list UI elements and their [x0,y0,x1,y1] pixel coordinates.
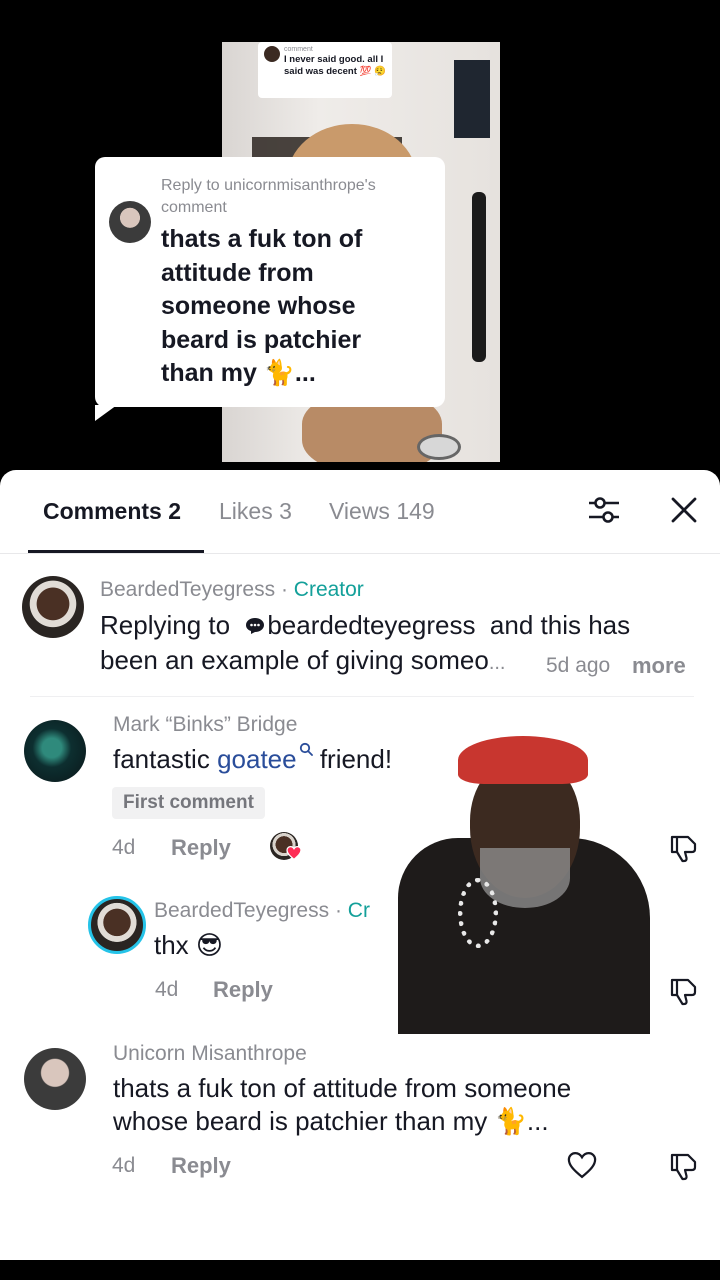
dislike-icon[interactable] [668,1150,700,1182]
video-comment-sticker: comment I never said good. all I said wa… [258,42,392,98]
tab-likes[interactable]: Likes 3 [219,498,292,525]
comment-username[interactable]: Unicorn Misanthrope [113,1042,307,1066]
comment-time: 4d [112,1154,136,1177]
sticker-avatar [264,46,280,62]
comment-time: 5d ago [546,654,611,677]
close-icon[interactable] [666,492,702,528]
avatar[interactable] [88,896,146,954]
comment-bubble-icon [245,609,265,634]
sticker-header: comment [284,46,313,53]
dislike-icon[interactable] [668,832,700,864]
creator-overlay-video[interactable] [398,718,650,1034]
video-can [417,434,461,460]
video-hanging-item [472,192,486,362]
comment-username[interactable]: Mark “Binks” Bridge [113,713,297,737]
card-tail [95,405,117,421]
avatar[interactable] [22,576,84,638]
comment-username[interactable]: BeardedTeyegress · Creator [100,578,364,602]
filter-icon[interactable] [586,492,622,528]
sticker-text: I never said good. all I said was decent… [284,54,386,77]
reply-card-body: thats a fuk ton of attitude from someone… [161,225,363,387]
tab-views[interactable]: Views 149 [329,498,435,525]
avatar [109,201,151,243]
creator-label: Cr [347,899,370,922]
comment-text: fantastic goatee friend! [113,742,392,777]
tab-bar: Comments 2 Likes 3 Views 149 [0,470,720,554]
comment-text-line2: been an example of giving someo... [100,645,506,675]
comment-time: 4d [155,978,179,1001]
comment-username[interactable]: BeardedTeyegress · Cr [154,899,370,923]
first-comment-badge: First comment [112,787,265,819]
dislike-icon[interactable] [668,975,700,1007]
reply-button[interactable]: Reply [171,1153,231,1179]
tab-underline [28,550,204,553]
heart-badge-icon [286,846,302,860]
more-button[interactable]: more [632,653,686,679]
video-poster [454,60,490,138]
creator-label: Creator [293,578,364,601]
bottom-bar [0,1260,720,1280]
avatar[interactable] [24,1048,86,1110]
reply-button[interactable]: Reply [213,977,273,1003]
comment-text: thats a fuk ton of attitude from someone [113,1073,572,1103]
comment-time: 4d [112,836,136,859]
reply-comment-card: Reply to unicornmisanthrope's comment th… [95,157,445,421]
reply-card-header: Reply to unicornmisanthrope's comment [161,177,376,216]
tab-comments[interactable]: Comments 2 [43,498,181,525]
comment-divider [30,696,694,697]
search-term-link[interactable]: goatee [217,744,297,774]
search-icon [299,730,313,756]
comment-text: thx 😎 [154,930,224,960]
overlay-chain [458,878,498,948]
heart-icon[interactable] [567,1151,597,1179]
comment-text-line2: whose beard is patchier than my 🐈... [113,1106,549,1136]
mention-link[interactable]: beardedteyegress [267,610,475,640]
reply-button[interactable]: Reply [171,835,231,861]
comment-text: Replying to beardedteyegress and this ha… [100,609,631,640]
avatar[interactable] [24,720,86,782]
overlay-headband [458,736,588,784]
